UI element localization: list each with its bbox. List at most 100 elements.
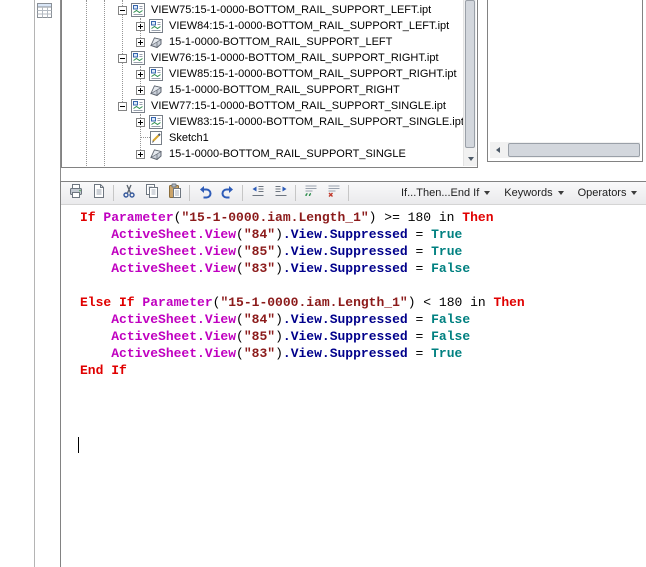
copy-button[interactable]	[140, 183, 163, 204]
tree-item[interactable]: VIEW76:15-1-0000-BOTTOM_RAIL_SUPPORT_RIG…	[62, 50, 463, 66]
secondary-horizontal-scrollbar[interactable]	[490, 142, 640, 158]
code-token-fn: ActiveSheet.View	[111, 244, 237, 259]
code-line[interactable]: Else If Parameter("15-1-0000.iam.Length_…	[80, 294, 646, 311]
toolbar-separator	[242, 185, 243, 201]
scrollbar-thumb[interactable]	[465, 0, 475, 148]
tree-item[interactable]: VIEW83:15-1-0000-BOTTOM_RAIL_SUPPORT_SIN…	[62, 114, 463, 130]
collapse-icon[interactable]	[118, 101, 127, 111]
tree-item-label: 15-1-0000-BOTTOM_RAIL_SUPPORT_SINGLE	[169, 148, 406, 160]
toolbar-separator	[348, 185, 349, 201]
code-token-fn: ActiveSheet.View	[111, 227, 237, 242]
tree-item-label: VIEW77:15-1-0000-BOTTOM_RAIL_SUPPORT_SIN…	[151, 100, 446, 112]
tree-item[interactable]: 15-1-0000-BOTTOM_RAIL_SUPPORT_SINGLE	[62, 146, 463, 162]
tree-item-label: VIEW76:15-1-0000-BOTTOM_RAIL_SUPPORT_RIG…	[151, 52, 439, 64]
code-line[interactable]: ActiveSheet.View("83").View.Suppressed =…	[80, 260, 646, 277]
code-token-prop: .View.Suppressed	[282, 346, 408, 361]
secondary-panel	[487, 0, 643, 162]
code-token-bool: True	[431, 346, 463, 361]
cut-button[interactable]	[117, 183, 140, 204]
ilogic-editor-window: VIEW75:15-1-0000-BOTTOM_RAIL_SUPPORT_LEF…	[0, 0, 646, 567]
chevron-down-icon	[557, 191, 564, 195]
code-line[interactable]: End If	[80, 362, 646, 379]
expand-icon[interactable]	[136, 37, 145, 47]
tree-item-label: VIEW75:15-1-0000-BOTTOM_RAIL_SUPPORT_LEF…	[151, 4, 432, 16]
expand-icon[interactable]	[136, 85, 145, 95]
code-area[interactable]: If Parameter("15-1-0000.iam.Length_1") >…	[61, 205, 646, 379]
code-token-pl: )	[275, 312, 283, 327]
print-icon	[68, 183, 84, 204]
tree-item[interactable]: 15-1-0000-BOTTOM_RAIL_SUPPORT_LEFT	[62, 34, 463, 50]
code-line[interactable]: ActiveSheet.View("85").View.Suppressed =…	[80, 328, 646, 345]
snippets-grid-icon[interactable]	[37, 3, 52, 18]
code-line[interactable]: ActiveSheet.View("83").View.Suppressed =…	[80, 345, 646, 362]
increase-indent-button[interactable]	[269, 183, 292, 204]
indent-icon	[273, 183, 289, 204]
redo-button[interactable]	[216, 183, 239, 204]
keywords-dropdown-label: Keywords	[504, 187, 553, 199]
tree-item-label: VIEW83:15-1-0000-BOTTOM_RAIL_SUPPORT_SIN…	[169, 116, 463, 128]
code-line[interactable]: ActiveSheet.View("84").View.Suppressed =…	[80, 311, 646, 328]
code-line[interactable]: If Parameter("15-1-0000.iam.Length_1") >…	[80, 209, 646, 226]
tree-item-label: VIEW85:15-1-0000-BOTTOM_RAIL_SUPPORT_RIG…	[169, 68, 457, 80]
comment-button[interactable]	[299, 183, 322, 204]
code-editor-panel: If...Then...End If Keywords Operators ? …	[60, 181, 646, 567]
code-token-prop: .View.Suppressed	[282, 312, 408, 327]
tree-item[interactable]: 15-1-0000-BOTTOM_RAIL_SUPPORT_RIGHT	[62, 82, 463, 98]
tree-item[interactable]: Sketch1	[62, 130, 463, 146]
code-token-str: "85"	[243, 329, 276, 344]
code-token-pl: =	[407, 244, 432, 259]
code-token-bool: False	[431, 312, 471, 327]
code-token-pl: )	[275, 329, 283, 344]
outdent-icon	[250, 183, 266, 204]
snippets-dropdown-label: If...Then...End If	[401, 187, 480, 199]
code-token-pl: =	[407, 346, 432, 361]
document-icon	[91, 183, 107, 204]
paste-button[interactable]	[163, 183, 186, 204]
code-token-prop: .View.Suppressed	[282, 227, 408, 242]
expand-icon[interactable]	[136, 69, 145, 79]
code-line[interactable]	[80, 277, 646, 294]
scrollbar-thumb[interactable]	[508, 143, 640, 157]
chevron-down-icon	[631, 191, 638, 195]
drawing-view-icon	[130, 99, 146, 113]
text-caret	[78, 437, 79, 453]
code-token-pl: (	[236, 312, 244, 327]
tree-item-label: Sketch1	[169, 132, 209, 144]
code-token-kw: End If	[80, 363, 127, 378]
code-token-pl: =	[407, 261, 432, 276]
expand-icon[interactable]	[136, 149, 145, 159]
keywords-dropdown[interactable]: Keywords	[497, 183, 570, 204]
collapse-icon[interactable]	[118, 5, 127, 15]
collapse-icon[interactable]	[118, 53, 127, 63]
tree-vertical-scrollbar[interactable]	[463, 0, 477, 166]
code-line[interactable]: ActiveSheet.View("84").View.Suppressed =…	[80, 226, 646, 243]
tree-item[interactable]: VIEW77:15-1-0000-BOTTOM_RAIL_SUPPORT_SIN…	[62, 98, 463, 114]
code-token-pl: =	[407, 312, 432, 327]
tree-item[interactable]: VIEW84:15-1-0000-BOTTOM_RAIL_SUPPORT_LEF…	[62, 18, 463, 34]
snippets-dropdown[interactable]: If...Then...End If	[394, 183, 497, 204]
editor-toolbar: If...Then...End If Keywords Operators ?	[61, 182, 646, 205]
code-token-pl: ) < 180 in	[407, 295, 494, 310]
print-button[interactable]	[64, 183, 87, 204]
scroll-down-button[interactable]	[464, 152, 477, 166]
part-icon	[148, 147, 164, 161]
expand-icon[interactable]	[136, 21, 145, 31]
code-token-bool: False	[431, 261, 471, 276]
tree-item[interactable]: VIEW75:15-1-0000-BOTTOM_RAIL_SUPPORT_LEF…	[62, 2, 463, 18]
undo-button[interactable]	[193, 183, 216, 204]
drawing-view-icon	[130, 3, 146, 17]
code-token-str: "15-1-0000.iam.Length_1"	[220, 295, 408, 310]
preview-button[interactable]	[87, 183, 110, 204]
tree-item[interactable]: VIEW85:15-1-0000-BOTTOM_RAIL_SUPPORT_RIG…	[62, 66, 463, 82]
decrease-indent-button[interactable]	[246, 183, 269, 204]
code-line[interactable]: ActiveSheet.View("85").View.Suppressed =…	[80, 243, 646, 260]
expand-icon[interactable]	[136, 117, 145, 127]
operators-dropdown[interactable]: Operators	[571, 183, 645, 204]
drawing-view-icon	[148, 19, 164, 33]
scissors-icon	[121, 183, 137, 204]
uncomment-button[interactable]	[322, 183, 345, 204]
scroll-left-button[interactable]	[490, 142, 505, 158]
